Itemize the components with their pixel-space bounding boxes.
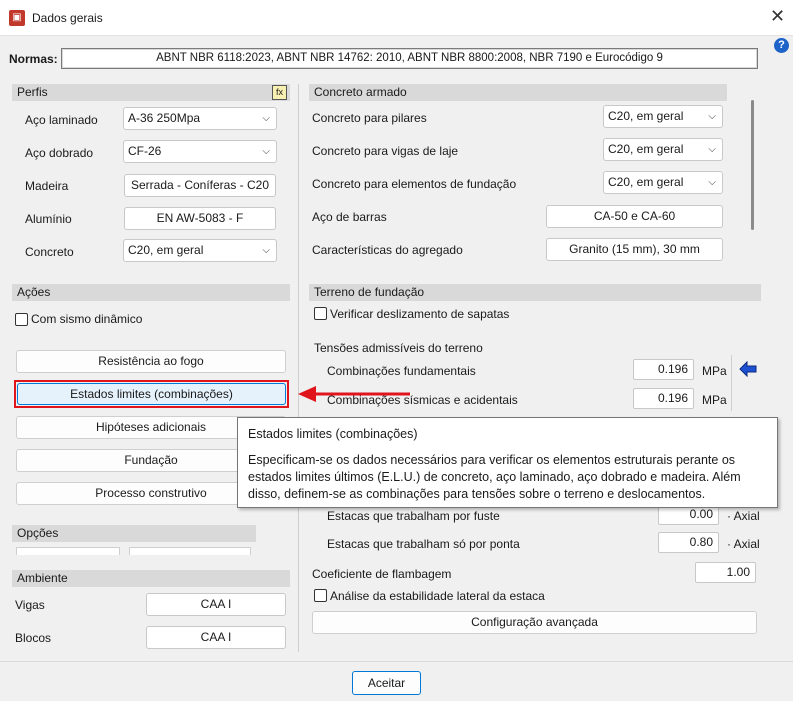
analise-estabilidade-label: Análise da estabilidade lateral da estac… <box>330 589 545 603</box>
terreno-header: Terreno de fundação <box>309 284 761 301</box>
vigas-label: Vigas <box>15 598 45 612</box>
agregado-button[interactable]: Granito (15 mm), 30 mm <box>546 238 723 261</box>
opcoes-button-2[interactable] <box>129 547 251 555</box>
agregado-label: Características do agregado <box>312 243 463 257</box>
vertical-divider <box>298 84 299 652</box>
opcoes-button-1[interactable] <box>16 547 120 555</box>
madeira-button[interactable]: Serrada - Coníferas - C20 <box>124 174 276 197</box>
sismo-label: Com sismo dinâmico <box>31 312 143 326</box>
estacas-fuste-axial: · Axial <box>727 509 760 523</box>
arrow-left-blue-icon[interactable] <box>738 361 758 377</box>
aco-barras-button[interactable]: CA-50 e CA-60 <box>546 205 723 228</box>
perfis-header: Perfis <box>12 84 290 101</box>
comb-fundamentais-unit: MPa <box>702 364 727 378</box>
acoes-title: Ações <box>17 285 51 299</box>
aco-barras-label: Aço de barras <box>312 210 387 224</box>
concreto-pilares-select[interactable]: C20, em geral ⌵ <box>603 105 723 128</box>
estacas-ponta-axial: · Axial <box>727 537 760 551</box>
window-title: Dados gerais <box>32 11 103 25</box>
normas-field[interactable]: ABNT NBR 6118:2023, ABNT NBR 14762: 2010… <box>61 48 758 69</box>
sismo-checkbox[interactable] <box>15 313 28 326</box>
ambiente-header: Ambiente <box>12 570 290 587</box>
concreto-fundacao-select[interactable]: C20, em geral ⌵ <box>603 171 723 194</box>
concreto-pilares-label: Concreto para pilares <box>312 111 427 125</box>
perfis-label-madeira: Madeira <box>25 179 69 193</box>
aceitar-button[interactable]: Aceitar <box>352 671 421 695</box>
perfis-label-aco-laminado: Aço laminado <box>25 113 98 127</box>
terreno-title: Terreno de fundação <box>314 285 425 299</box>
chevron-down-icon: ⌵ <box>708 144 716 155</box>
chevron-down-icon: ⌵ <box>262 146 270 157</box>
title-bar: ▣ Dados gerais ✕ <box>0 0 793 36</box>
perfis-label-concreto: Concreto <box>25 245 74 259</box>
chevron-down-icon: ⌵ <box>708 177 716 188</box>
verificar-deslizamento-checkbox[interactable] <box>314 307 327 320</box>
aluminio-button[interactable]: EN AW-5083 - F <box>124 207 276 230</box>
estacas-fuste-label: Estacas que trabalham por fuste <box>327 509 500 523</box>
blocos-ambiente-button[interactable]: CAA I <box>146 626 286 649</box>
concreto-armado-title: Concreto armado <box>314 85 407 99</box>
concreto-armado-header: Concreto armado <box>309 84 727 101</box>
tooltip: Estados limites (combinações) Especifica… <box>237 417 778 508</box>
perfis-label-aluminio: Alumínio <box>25 212 72 226</box>
app-icon: ▣ <box>9 10 25 26</box>
concreto-pilares-value: C20, em geral <box>608 109 684 123</box>
ambiente-title: Ambiente <box>17 571 68 585</box>
opcoes-header: Opções <box>12 525 256 542</box>
aco-laminado-value: A-36 250Mpa <box>128 111 201 125</box>
concreto-vigas-label: Concreto para vigas de laje <box>312 144 459 158</box>
comb-sismicas-unit: MPa <box>702 393 727 407</box>
chevron-down-icon: ⌵ <box>262 245 270 256</box>
help-icon[interactable]: ? <box>774 38 789 53</box>
chevron-down-icon: ⌵ <box>262 113 270 124</box>
configuracao-avancada-button[interactable]: Configuração avançada <box>312 611 757 634</box>
concreto-fundacao-value: C20, em geral <box>608 175 684 189</box>
analise-estabilidade-checkbox[interactable] <box>314 589 327 602</box>
verificar-deslizamento-label: Verificar deslizamento de sapatas <box>330 307 510 321</box>
estados-limites-button[interactable]: Estados limites (combinações) <box>17 383 286 405</box>
perfis-title: Perfis <box>17 85 48 99</box>
close-icon[interactable]: ✕ <box>770 6 785 27</box>
formula-icon[interactable]: fx <box>272 85 287 100</box>
estacas-ponta-input[interactable]: 0.80 <box>658 532 719 553</box>
comb-fundamentais-input[interactable]: 0.196 <box>633 359 694 380</box>
resistencia-fogo-button[interactable]: Resistência ao fogo <box>16 350 286 373</box>
vigas-ambiente-button[interactable]: CAA I <box>146 593 286 616</box>
flambagem-label: Coeficiente de flambagem <box>312 567 452 581</box>
blocos-label: Blocos <box>15 631 52 645</box>
comb-sismicas-input[interactable]: 0.196 <box>633 388 694 409</box>
tensoes-title: Tensões admissíveis do terreno <box>314 341 483 355</box>
estacas-ponta-label: Estacas que trabalham só por ponta <box>327 537 520 551</box>
concreto-armado-scrollbar[interactable] <box>751 100 754 230</box>
normas-label: Normas: <box>9 52 58 66</box>
aco-dobrado-select[interactable]: CF-26 ⌵ <box>123 140 277 163</box>
chevron-down-icon: ⌵ <box>708 111 716 122</box>
flambagem-input[interactable]: 1.00 <box>695 562 756 583</box>
aco-dobrado-value: CF-26 <box>128 144 162 158</box>
opcoes-title: Opções <box>17 526 59 540</box>
comb-fundamentais-label: Combinações fundamentais <box>327 364 476 378</box>
concreto-fundacao-label: Concreto para elementos de fundação <box>312 177 517 191</box>
concreto-vigas-value: C20, em geral <box>608 142 684 156</box>
concreto-value: C20, em geral <box>128 243 204 257</box>
tooltip-body: Especificam-se os dados necessários para… <box>248 453 741 501</box>
tooltip-title: Estados limites (combinações) <box>248 427 418 441</box>
perfis-label-aco-dobrado: Aço dobrado <box>25 146 94 160</box>
comb-sismicas-label: Combinações sísmicas e acidentais <box>327 393 518 407</box>
aco-laminado-select[interactable]: A-36 250Mpa ⌵ <box>123 107 277 130</box>
acoes-header: Ações <box>12 284 290 301</box>
concreto-vigas-select[interactable]: C20, em geral ⌵ <box>603 138 723 161</box>
tensoes-divider <box>731 355 732 411</box>
concreto-select[interactable]: C20, em geral ⌵ <box>123 239 277 262</box>
